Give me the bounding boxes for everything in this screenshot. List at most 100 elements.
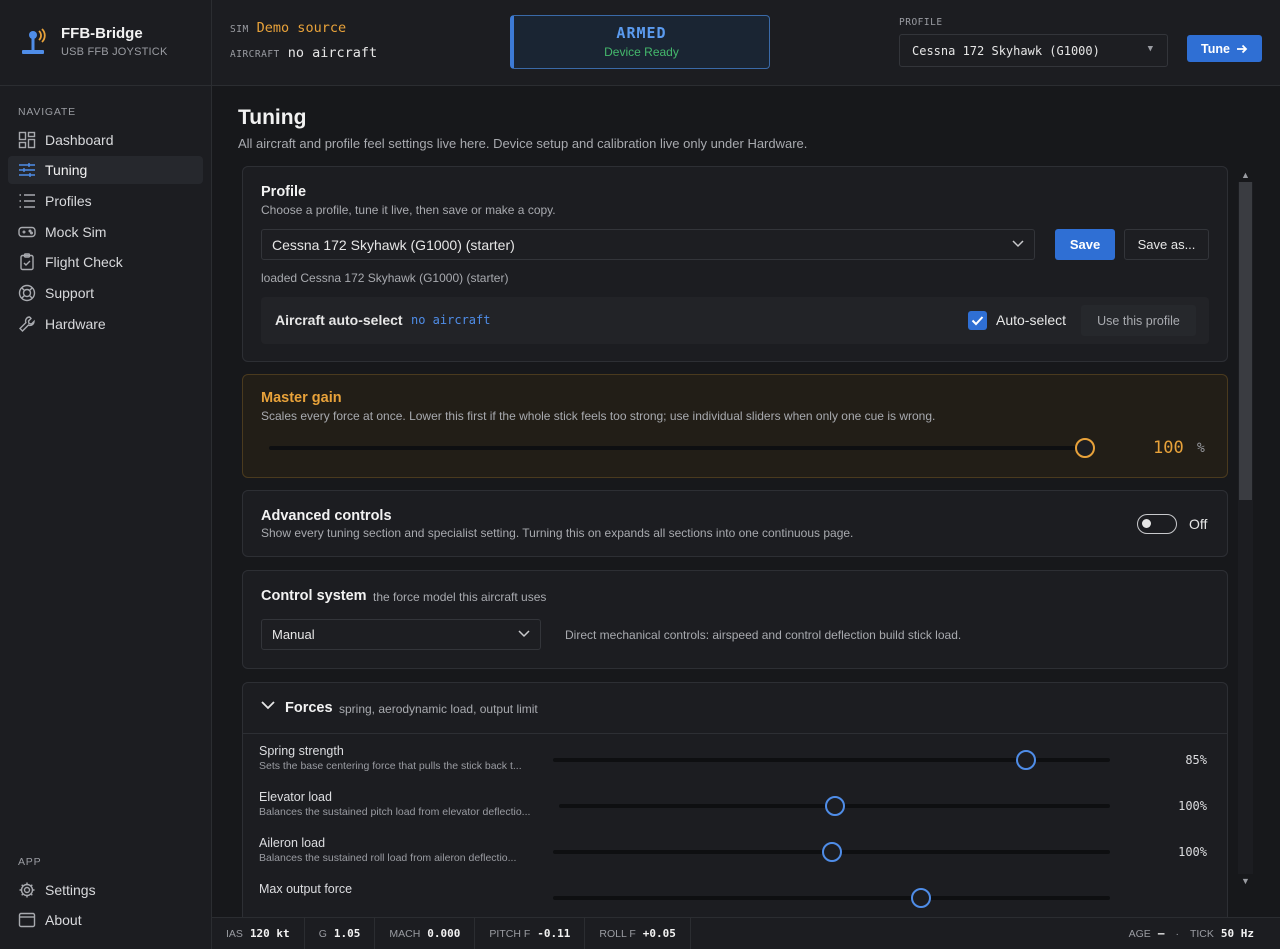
status-right: AGE — · TICK 50 Hz bbox=[1129, 927, 1280, 940]
scroll-up-arrow-icon[interactable]: ▲ bbox=[1238, 168, 1253, 182]
chevron-down-icon bbox=[261, 701, 275, 710]
auto-select-panel: Aircraft auto-select no aircraft Auto-se… bbox=[261, 297, 1209, 344]
sidebar-item-about[interactable]: About bbox=[8, 906, 203, 934]
tick-value: 50 Hz bbox=[1220, 927, 1254, 940]
sidebar-item-flight-check[interactable]: Flight Check bbox=[8, 248, 203, 276]
master-gain-unit: % bbox=[1197, 441, 1205, 456]
status-value: +0.05 bbox=[642, 927, 676, 940]
auto-select-aircraft: no aircraft bbox=[411, 313, 491, 327]
status-pitch-force: PITCH F -0.11 bbox=[475, 917, 586, 949]
auto-select-title: Aircraft auto-select bbox=[275, 312, 403, 328]
use-this-profile-button[interactable]: Use this profile bbox=[1081, 305, 1196, 336]
sidebar-item-hardware[interactable]: Hardware bbox=[8, 310, 203, 338]
max-output-force-slider-thumb[interactable] bbox=[910, 888, 931, 908]
control-system-hint: the force model this aircraft uses bbox=[373, 590, 547, 604]
clipboard-check-icon bbox=[20, 253, 34, 271]
profile-dropdown[interactable]: Cessna 172 Skyhawk (G1000) ▼ bbox=[899, 34, 1168, 67]
master-gain-value: 100 bbox=[1153, 438, 1184, 458]
arrow-right-icon bbox=[1236, 44, 1248, 53]
app-section-label: APP bbox=[18, 856, 42, 868]
sidebar-item-label: Profiles bbox=[45, 193, 92, 209]
sidebar-item-dashboard[interactable]: Dashboard bbox=[8, 126, 203, 154]
app-window: FFB-Bridge USB FFB JOYSTICK SIM Demo sou… bbox=[0, 0, 1280, 949]
lifebuoy-icon bbox=[18, 284, 36, 302]
profile-card-title: Profile bbox=[261, 184, 307, 200]
control-system-select[interactable]: Manual bbox=[261, 619, 541, 650]
status-label: ROLL F bbox=[599, 927, 636, 940]
scroll-down-arrow-icon[interactable]: ▼ bbox=[1238, 874, 1253, 888]
window-icon bbox=[18, 912, 36, 928]
dashboard-icon bbox=[18, 131, 36, 149]
status-bar: IAS 120 kt G 1.05 MACH 0.000 PITCH F -0.11 R… bbox=[212, 917, 1280, 949]
spring-strength-slider-thumb[interactable] bbox=[1016, 750, 1037, 770]
chevron-down-icon bbox=[1012, 240, 1024, 248]
advanced-controls-toggle[interactable] bbox=[1137, 514, 1177, 534]
status-label: MACH bbox=[389, 927, 421, 940]
sidebar-item-profiles[interactable]: Profiles bbox=[8, 187, 203, 215]
scrollbar-thumb[interactable] bbox=[1239, 182, 1252, 500]
list-icon bbox=[19, 194, 35, 208]
checkmark-icon bbox=[971, 316, 984, 326]
status-value: -0.11 bbox=[537, 927, 571, 940]
control-system-select-value: Manual bbox=[272, 627, 315, 642]
status-value: 0.000 bbox=[427, 927, 461, 940]
sim-info: SIM Demo source AIRCRAFT no aircraft bbox=[230, 20, 377, 70]
force-row-value: 100% bbox=[1178, 845, 1207, 859]
status-label: PITCH F bbox=[489, 927, 531, 940]
force-row-label: Max output force bbox=[259, 882, 353, 896]
page-title: Tuning bbox=[238, 106, 307, 129]
sidebar-item-label: Tuning bbox=[45, 162, 88, 178]
force-row-value: 100% bbox=[1178, 799, 1207, 813]
master-gain-slider-thumb[interactable] bbox=[1075, 438, 1095, 458]
armed-status-title: ARMED bbox=[616, 24, 667, 42]
brand-title: FFB-Bridge bbox=[61, 25, 143, 42]
brand: FFB-Bridge USB FFB JOYSTICK bbox=[0, 0, 212, 86]
sidebar: NAVIGATE Dashboard Tuning Profiles Mock … bbox=[0, 86, 212, 949]
force-row-description: Balances the sustained pitch load from e… bbox=[259, 806, 531, 818]
save-button[interactable]: Save bbox=[1055, 229, 1115, 260]
wrench-icon bbox=[19, 316, 35, 332]
force-row-value: 85% bbox=[1185, 753, 1207, 767]
advanced-controls-subtitle: Show every tuning section and specialist… bbox=[261, 526, 854, 540]
status-label: G bbox=[318, 927, 327, 940]
advanced-controls-title: Advanced controls bbox=[261, 508, 392, 524]
gear-icon bbox=[19, 882, 35, 898]
status-value: 120 kt bbox=[249, 927, 290, 940]
tune-button[interactable]: Tune bbox=[1187, 35, 1262, 62]
sidebar-item-label: Settings bbox=[45, 882, 96, 898]
sidebar-item-label: Support bbox=[45, 285, 95, 301]
control-system-card: Control system the force model this airc… bbox=[242, 570, 1228, 669]
profile-card: Profile Choose a profile, tune it live, … bbox=[242, 166, 1228, 362]
status-roll-force: ROLL F +0.05 bbox=[585, 917, 691, 949]
auto-select-checkbox[interactable] bbox=[968, 311, 987, 330]
sim-tag: SIM bbox=[230, 24, 249, 35]
status-label: IAS bbox=[226, 927, 243, 940]
sidebar-item-support[interactable]: Support bbox=[8, 279, 203, 307]
device-ready-text: Device Ready bbox=[604, 45, 679, 59]
sliders-icon bbox=[19, 163, 35, 177]
sidebar-item-label: Hardware bbox=[45, 316, 106, 332]
save-as-button[interactable]: Save as... bbox=[1124, 229, 1209, 260]
forces-header[interactable]: Forces spring, aerodynamic load, output … bbox=[243, 683, 1227, 734]
main-scrollbar[interactable]: ▲ ▼ bbox=[1238, 168, 1253, 888]
sidebar-item-mock-sim[interactable]: Mock Sim bbox=[8, 218, 203, 246]
status-g: G 1.05 bbox=[305, 917, 376, 949]
profile-dropdown-value: Cessna 172 Skyhawk (G1000) bbox=[912, 43, 1100, 58]
profile-select[interactable]: Cessna 172 Skyhawk (G1000) (starter) bbox=[261, 229, 1035, 260]
caret-down-icon: ▼ bbox=[1147, 44, 1153, 54]
forces-hint: spring, aerodynamic load, output limit bbox=[339, 702, 538, 716]
status-separator-dot: · bbox=[1175, 927, 1179, 940]
status-value: 1.05 bbox=[333, 927, 361, 940]
force-row-label: Elevator load bbox=[259, 790, 332, 804]
aileron-load-slider-thumb[interactable] bbox=[821, 842, 842, 862]
chevron-down-icon bbox=[518, 630, 530, 638]
age-label: AGE bbox=[1128, 927, 1151, 940]
elevator-load-slider-thumb[interactable] bbox=[824, 796, 845, 816]
master-gain-slider-track[interactable] bbox=[269, 446, 1085, 450]
sidebar-item-label: Flight Check bbox=[45, 254, 123, 270]
sidebar-item-settings[interactable]: Settings bbox=[8, 876, 203, 904]
forces-title: Forces bbox=[285, 700, 333, 716]
sidebar-item-tuning[interactable]: Tuning bbox=[8, 156, 203, 184]
main-content: Tuning All aircraft and profile feel set… bbox=[212, 86, 1280, 917]
max-output-force-slider-track[interactable] bbox=[553, 896, 1110, 900]
